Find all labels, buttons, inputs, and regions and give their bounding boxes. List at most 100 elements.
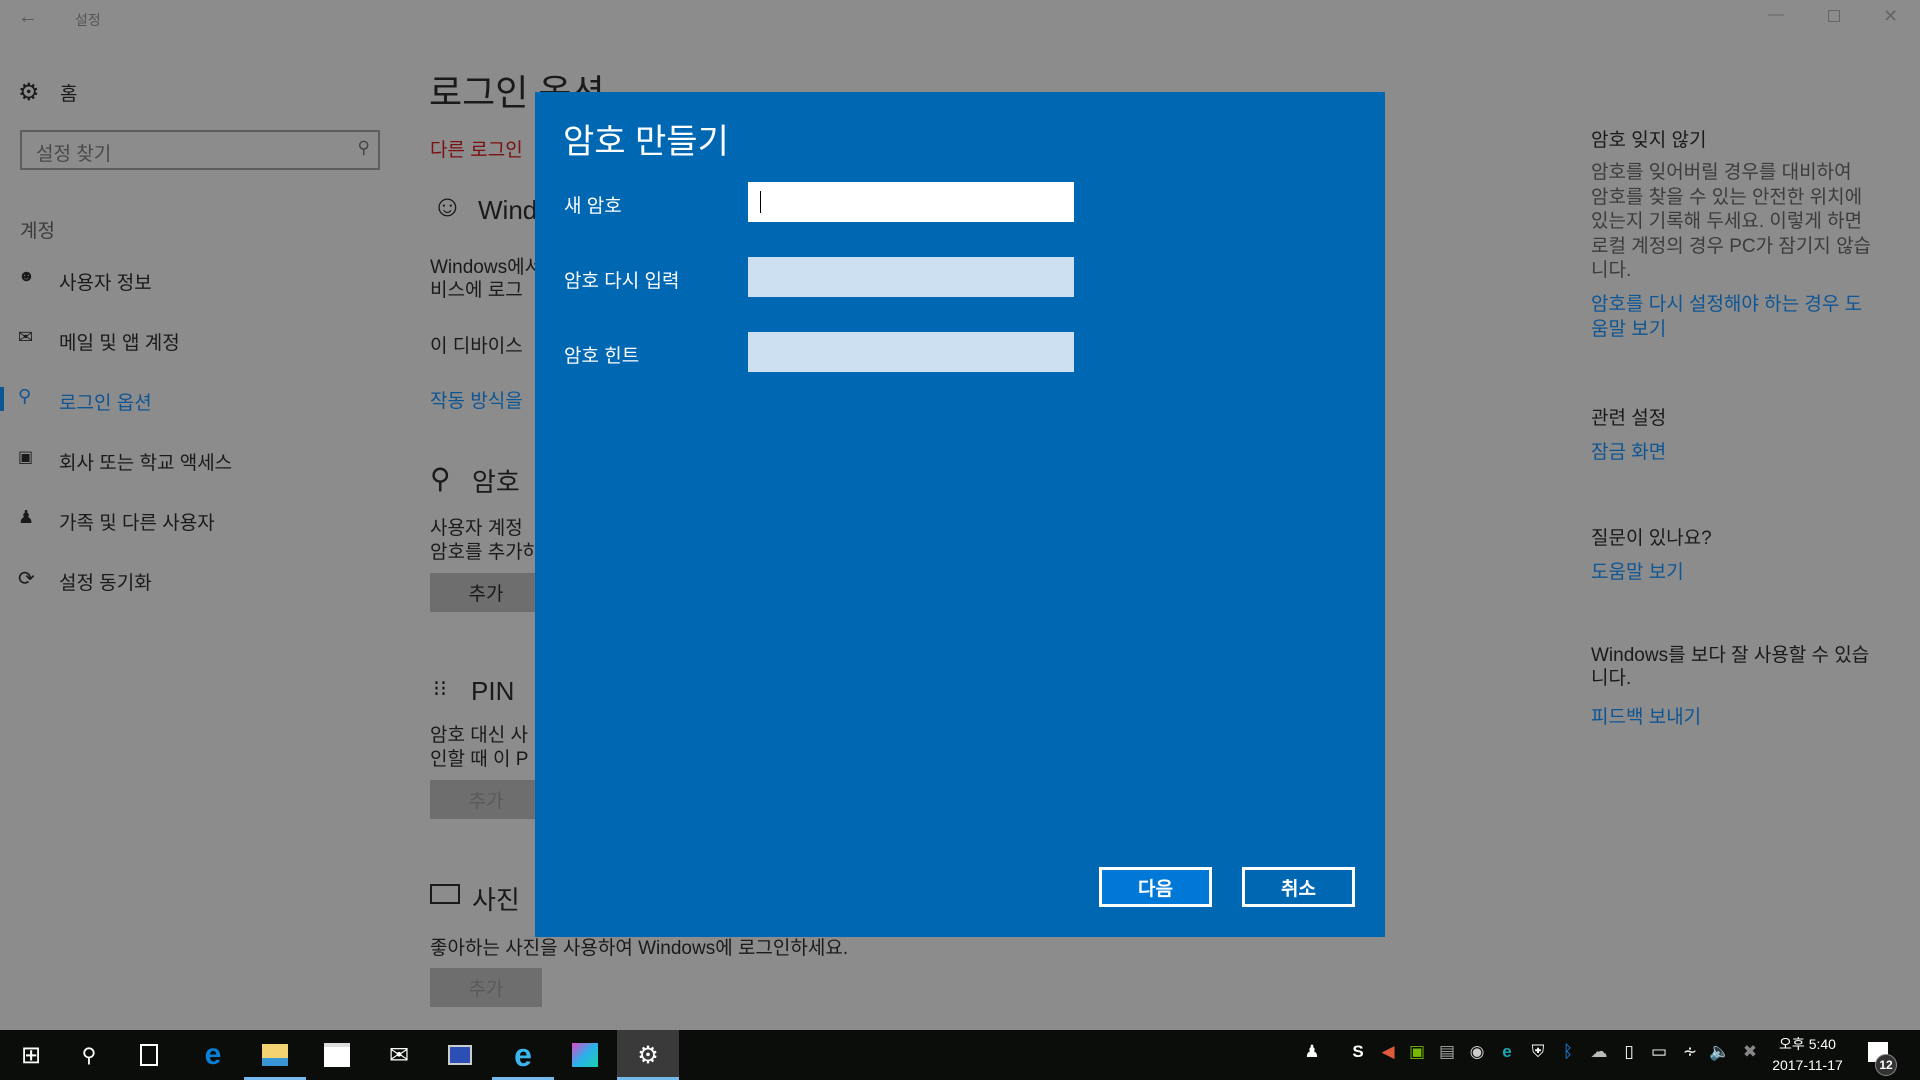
dialog-title: 암호 만들기 [563,123,729,161]
question-heading: 질문이 있나요? [1591,528,1712,549]
paint-app-button[interactable] [554,1030,616,1080]
key-icon: ⚲ [18,386,32,406]
sidebar-item-label: 설정 동기화 [59,573,152,594]
edge-icon: e [204,1038,222,1071]
lock-screen-link[interactable]: 잠금 화면 [1591,437,1666,464]
hello-desc: 비스에 로그 [430,280,523,301]
password-hint-label: 암호 힌트 [564,346,640,367]
sidebar-item-label: 로그인 옵션 [59,393,152,414]
start-button[interactable]: ⊞ [0,1030,62,1080]
reset-help-link[interactable]: 암호를 다시 설정해야 하는 경우 도움말 보기 [1591,293,1862,342]
dvd-icon[interactable]: ◉ [1465,1042,1489,1062]
mail-button[interactable]: ✉ [368,1030,430,1080]
taskbar: ⊞ ⚲ e ✉ e ⚙ ♟ S ◀ ▣ ▤ ◉ e ⛨ ᛒ ☁ ▯ ▭ ∻ 🔈 … [0,1030,1920,1080]
related-heading: 관련 설정 [1591,408,1667,429]
clock-date: 2017-11-17 [1772,1057,1843,1073]
nvidia-icon[interactable]: ▣ [1405,1042,1429,1062]
search-placeholder: 설정 찾기 [36,144,112,165]
feedback-heading: Windows를 보다 잘 사용할 수 있습 니다. [1591,644,1869,690]
monitor-check-icon [448,1045,472,1065]
hello-title: Wind [478,195,538,225]
feedback-link[interactable]: 피드백 보내기 [1591,702,1701,729]
active-indicator [0,387,4,411]
picture-title: 사진 [472,885,520,915]
password-desc: 사용자 계정 [430,518,523,539]
store-icon [324,1043,350,1067]
key-icon: ⚲ [430,463,451,494]
password-desc: 암호를 추가하 [430,542,541,563]
ie-button[interactable]: e [492,1030,554,1080]
confirm-password-input[interactable] [748,257,1074,297]
sidebar-item-label: 메일 및 앱 계정 [59,333,180,354]
network-error-icon[interactable]: ✖ [1738,1042,1762,1062]
close-button[interactable]: ✕ [1883,6,1898,27]
search-input[interactable]: 설정 찾기 ⚲ [20,130,380,170]
heading-line: 니다. [1591,668,1632,689]
tip-heading: 암호 잊지 않기 [1591,130,1707,151]
clock[interactable]: 오후 5:40 2017-11-17 [1770,1034,1845,1076]
password-hint-input[interactable] [748,332,1074,372]
eset-icon[interactable]: e [1495,1042,1519,1062]
back-button[interactable]: ← [18,6,38,29]
security-warning-icon[interactable]: ⛨ [1526,1042,1550,1062]
add-picture-button[interactable]: 추가 [430,968,542,1007]
settings-button[interactable]: ⚙ [617,1030,679,1080]
paint-icon [572,1043,598,1067]
warning-text: 다른 로그인 [430,140,523,161]
smiley-icon: ☺ [432,190,463,223]
app-list-icon[interactable]: ▤ [1435,1042,1459,1062]
usb-icon[interactable]: ▯ [1617,1042,1641,1062]
link-line: 암호를 다시 설정해야 하는 경우 도 [1591,294,1863,315]
window-title: 설정 [75,12,101,28]
battery-icon[interactable]: ▭ [1647,1042,1671,1062]
speaker-muted-icon[interactable]: ◀ [1376,1042,1400,1062]
briefcase-icon: ▣ [18,449,34,466]
sidebar-item-label: 회사 또는 학교 액세스 [59,453,233,474]
monitor-app-button[interactable] [429,1030,491,1080]
wifi-icon[interactable]: ∻ [1678,1042,1702,1062]
windows-icon: ⊞ [20,1041,42,1069]
task-view-button[interactable] [118,1030,180,1080]
new-password-input[interactable] [748,182,1074,222]
keypad-icon: ⁝⁝ [433,676,447,701]
link-line: 움말 보기 [1591,318,1667,340]
new-password-label: 새 암호 [564,196,622,217]
folder-icon [262,1044,288,1066]
person-icon: ♟ [18,507,35,527]
password-title: 암호 [472,467,520,497]
sync-icon: ⟳ [18,568,35,590]
gear-icon: ⚙ [18,79,40,106]
search-button[interactable]: ⚲ [58,1030,120,1080]
heading-line: Windows를 보다 잘 사용할 수 있습 [1591,645,1870,666]
how-it-works-link[interactable]: 작동 방식을 [430,386,523,413]
pin-desc: 암호 대신 사 [430,725,528,746]
help-link[interactable]: 도움말 보기 [1591,557,1684,584]
volume-icon[interactable]: 🔈 [1708,1042,1732,1062]
add-password-button[interactable]: 추가 [430,573,542,612]
picture-desc: 좋아하는 사진을 사용하여 Windows에 로그인하세요. [430,938,849,959]
cancel-button[interactable]: 취소 [1242,867,1355,907]
create-password-dialog: 암호 만들기 새 암호 암호 다시 입력 암호 힌트 다음 취소 [535,92,1385,937]
add-pin-button[interactable]: 추가 [430,780,542,819]
edge-button[interactable]: e [182,1030,244,1080]
search-icon: ⚲ [357,138,370,157]
store-button[interactable] [306,1030,368,1080]
restore-button[interactable] [1828,10,1840,22]
sidebar-home[interactable]: 홈 [60,79,77,106]
tip-line: 로컬 계정의 경우 PC가 잠기지 않습 [1591,235,1872,257]
mail-icon: ✉ [18,327,34,347]
pin-desc: 인할 때 이 P [430,749,529,770]
minimize-button[interactable]: — [1768,6,1784,24]
picture-icon [430,884,460,904]
ie-icon: e [514,1036,532,1073]
people-icon[interactable]: ♟ [1300,1042,1324,1062]
task-view-icon [140,1044,158,1066]
mail-icon: ✉ [388,1041,410,1069]
onedrive-icon[interactable]: ☁ [1587,1042,1611,1062]
skype-icon[interactable]: S [1346,1042,1370,1062]
sidebar-item-label: 사용자 정보 [59,273,152,294]
pin-title: PIN [471,676,515,706]
next-button[interactable]: 다음 [1099,867,1212,907]
file-explorer-button[interactable] [244,1030,306,1080]
bluetooth-icon[interactable]: ᛒ [1556,1042,1580,1062]
